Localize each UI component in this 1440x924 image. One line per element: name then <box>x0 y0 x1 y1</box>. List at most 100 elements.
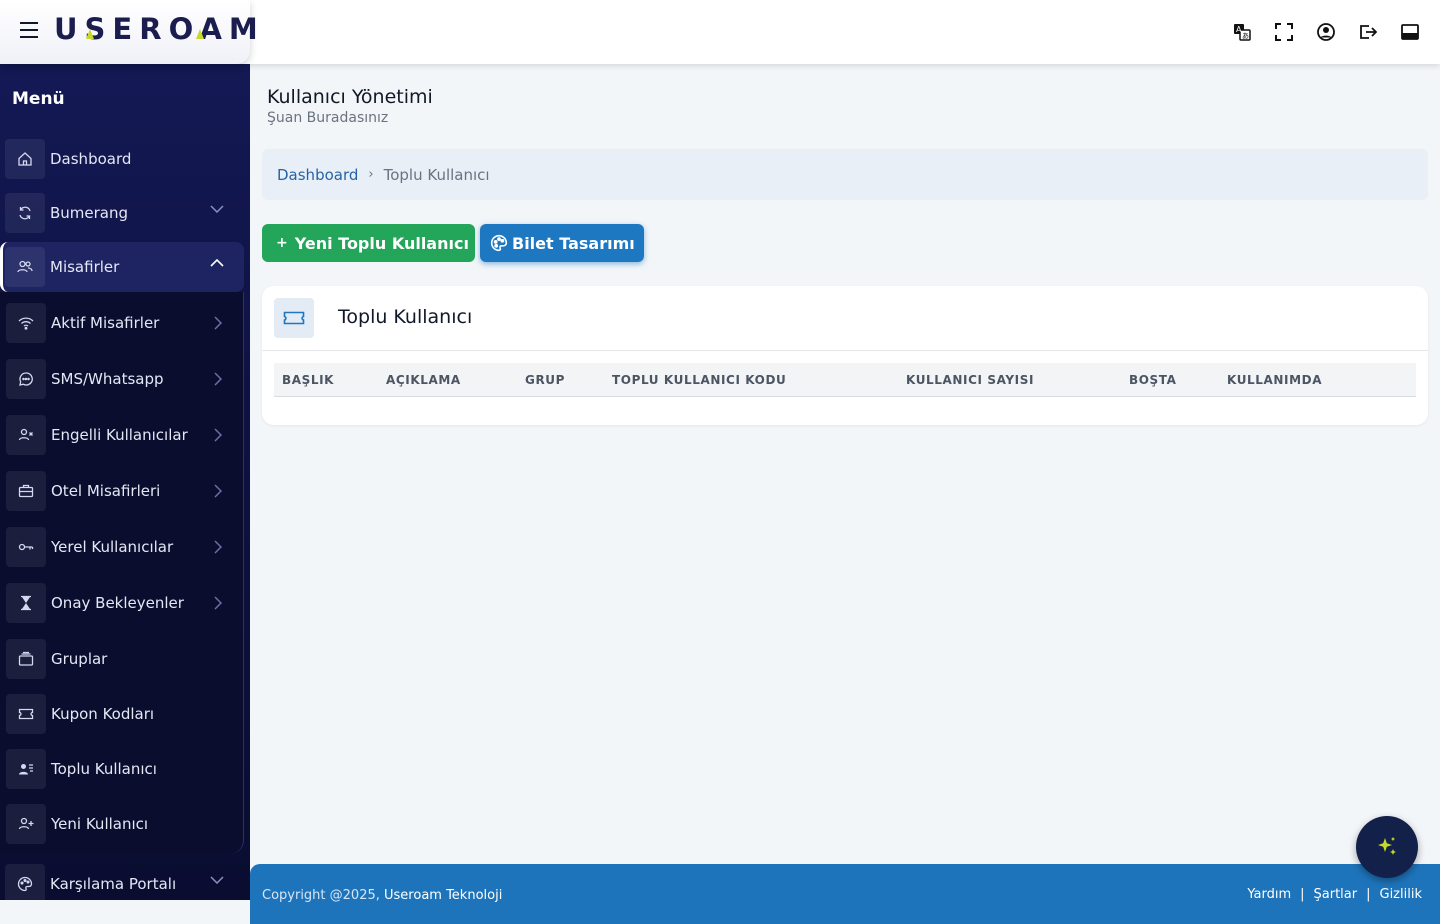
sidebar-item-karsilama-portali[interactable]: Karşılama Portalı <box>4 859 244 900</box>
sidebar-item-kupon-kodlari[interactable]: Kupon Kodları <box>6 691 236 737</box>
sidebar-item-label: Gruplar <box>51 650 108 668</box>
sidebar-item-label: Karşılama Portalı <box>50 875 177 893</box>
card-title: Toplu Kullanıcı <box>338 306 473 328</box>
table-header: BAŞLIK AÇIKLAMA GRUP TOPLU KULLANICI KOD… <box>274 363 1416 397</box>
company-link[interactable]: Useroam Teknoloji <box>384 888 502 903</box>
logout-icon[interactable] <box>1358 22 1378 42</box>
chevron-right-icon <box>214 540 222 554</box>
footer-link-terms[interactable]: Şartlar <box>1314 887 1358 902</box>
sidebar-item-label: Onay Bekleyenler <box>51 594 184 612</box>
refresh-icon <box>5 193 45 233</box>
users-icon <box>5 247 45 287</box>
sidebar-item-label: Aktif Misafirler <box>51 314 160 332</box>
column-header-kullanimda[interactable]: KULLANIMDA <box>1227 373 1322 387</box>
chat-icon <box>6 359 46 399</box>
translate-icon[interactable]: Aあ <box>1232 22 1252 42</box>
column-header-kullanici-sayisi[interactable]: KULLANICI SAYISI <box>906 373 1034 387</box>
sidebar-item-engelli-kullanicilar[interactable]: Engelli Kullanıcılar <box>6 412 236 458</box>
copyright-text: Copyright @2025, <box>262 888 380 903</box>
wifi-icon <box>6 303 46 343</box>
column-header-aciklama[interactable]: AÇIKLAMA <box>386 373 461 387</box>
column-header-toplu-kullanici-kodu[interactable]: TOPLU KULLANICI KODU <box>612 373 786 387</box>
ticket-design-button[interactable]: Bilet Tasarımı <box>480 224 644 262</box>
hamburger-menu-icon[interactable] <box>20 22 38 38</box>
top-bar: USEROAM Aあ <box>0 0 1440 64</box>
footer: Copyright @2025, Useroam Teknoloji Yardı… <box>250 864 1440 924</box>
footer-link-privacy[interactable]: Gizlilik <box>1380 887 1423 902</box>
chevron-right-icon <box>214 484 222 498</box>
user-plus-icon <box>6 804 46 844</box>
logo-accent-icon <box>196 29 204 39</box>
ticket-design-label: Bilet Tasarımı <box>512 233 635 253</box>
sidebar-item-onay-bekleyenler[interactable]: Onay Bekleyenler <box>6 580 236 626</box>
sidebar-item-label: Dashboard <box>50 150 132 168</box>
sidebar-item-yeni-kullanici[interactable]: Yeni Kullanıcı <box>6 801 236 847</box>
sidebar-item-label: Otel Misafirleri <box>51 482 161 500</box>
page-subtitle: Şuan Buradasınız <box>267 110 389 126</box>
sidebar-item-toplu-kullanici[interactable]: Toplu Kullanıcı <box>6 746 236 792</box>
briefcase-icon <box>6 471 46 511</box>
sidebar-item-gruplar[interactable]: Gruplar <box>6 636 236 682</box>
new-bulk-user-label: Yeni Toplu Kullanıcı <box>294 233 469 253</box>
footer-divider: | <box>1300 887 1305 902</box>
chevron-right-icon <box>214 596 222 610</box>
sidebar-item-label: Bumerang <box>50 204 129 222</box>
home-icon <box>5 139 45 179</box>
hourglass-icon <box>6 583 46 623</box>
sidebar-item-sms-whatsapp[interactable]: SMS/Whatsapp <box>6 356 236 402</box>
sidebar: Menü Dashboard Bumerang Misafirler Aktif… <box>0 64 250 900</box>
window-icon[interactable] <box>1400 22 1420 42</box>
footer-link-help[interactable]: Yardım <box>1247 887 1291 902</box>
sidebar-item-label: Kupon Kodları <box>51 705 155 723</box>
new-bulk-user-button[interactable]: + Yeni Toplu Kullanıcı <box>262 224 475 262</box>
breadcrumb-current: Toplu Kullanıcı <box>383 165 490 184</box>
plus-icon: + <box>276 235 288 251</box>
footer-divider: | <box>1366 887 1371 902</box>
copyright: Copyright @2025, Useroam Teknoloji <box>262 888 502 903</box>
column-header-bosta[interactable]: BOŞTA <box>1129 373 1177 387</box>
page-title: Kullanıcı Yönetimi <box>267 86 433 108</box>
chevron-right-icon <box>214 316 222 330</box>
sidebar-item-dashboard[interactable]: Dashboard <box>4 134 244 184</box>
sidebar-item-yerel-kullanicilar[interactable]: Yerel Kullanıcılar <box>6 524 236 570</box>
ticket-icon <box>274 298 314 338</box>
sidebar-item-misafirler[interactable]: Misafirler <box>0 242 244 292</box>
svg-text:あ: あ <box>1242 32 1249 40</box>
sidebar-item-label: Misafirler <box>50 258 120 276</box>
key-icon <box>6 527 46 567</box>
column-header-baslik[interactable]: BAŞLIK <box>282 373 334 387</box>
sidebar-item-label: Yerel Kullanıcılar <box>51 538 174 556</box>
footer-links: Yardım | Şartlar | Gizlilik <box>1247 887 1422 902</box>
chevron-right-icon <box>214 372 222 386</box>
sidebar-bottom-gap <box>0 900 250 924</box>
breadcrumb-separator: › <box>368 167 374 182</box>
sidebar-item-otel-misafirleri[interactable]: Otel Misafirleri <box>6 468 236 514</box>
column-header-grup[interactable]: GRUP <box>525 373 565 387</box>
folder-stack-icon <box>6 639 46 679</box>
sidebar-item-label: Yeni Kullanıcı <box>51 815 149 833</box>
top-icons: Aあ <box>1232 22 1420 42</box>
palette-icon <box>490 234 508 252</box>
user-list-icon <box>6 749 46 789</box>
user-circle-icon[interactable] <box>1316 22 1336 42</box>
breadcrumb-link-dashboard[interactable]: Dashboard <box>277 166 358 184</box>
sidebar-item-label: SMS/Whatsapp <box>51 370 164 388</box>
chevron-up-icon <box>210 259 224 267</box>
sparkles-icon <box>1378 837 1396 855</box>
brand-area: USEROAM <box>0 0 258 64</box>
sidebar-item-aktif-misafirler[interactable]: Aktif Misafirler <box>6 300 236 346</box>
sidebar-item-label: Engelli Kullanıcılar <box>51 426 188 444</box>
ai-assistant-button[interactable] <box>1356 816 1418 878</box>
chevron-right-icon <box>214 428 222 442</box>
sidebar-item-label: Toplu Kullanıcı <box>51 760 157 778</box>
logo-accent-icon <box>86 29 94 39</box>
user-x-icon <box>6 415 46 455</box>
fullscreen-icon[interactable] <box>1274 22 1294 42</box>
chevron-down-icon <box>210 876 224 884</box>
menu-title: Menü <box>12 89 65 109</box>
breadcrumb: Dashboard › Toplu Kullanıcı <box>262 149 1428 200</box>
ticket-icon <box>6 694 46 734</box>
sidebar-item-bumerang[interactable]: Bumerang <box>4 188 244 238</box>
card-divider <box>262 350 1428 351</box>
chevron-down-icon <box>210 205 224 213</box>
